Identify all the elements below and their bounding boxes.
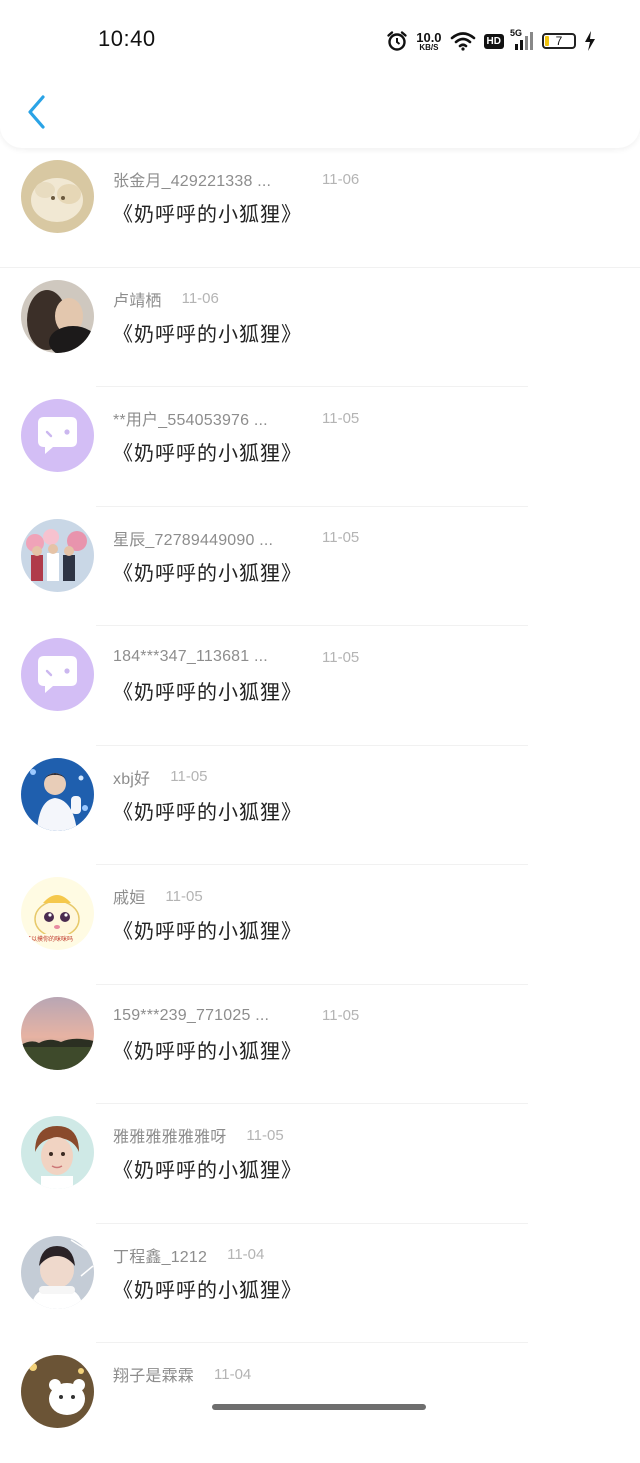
name-line: xbj好 11-05 xyxy=(113,766,208,788)
battery-icon: 7 xyxy=(542,33,576,49)
list-item[interactable]: 张金月_429221338 ... 11-06 《奶呼呼的小狐狸》 xyxy=(0,148,640,268)
net-speed-value: 10.0 xyxy=(416,29,442,45)
list-item[interactable]: 184***347_113681 ... 11-05 《奶呼呼的小狐狸》 xyxy=(0,626,640,746)
list-item[interactable]: 159***239_771025 ... 11-05 《奶呼呼的小狐狸》 xyxy=(0,985,640,1104)
cellular-signal-icon: 5G xyxy=(510,28,534,51)
avatar[interactable] xyxy=(21,518,94,592)
comment-date: 11-05 xyxy=(322,529,360,546)
home-indicator[interactable] xyxy=(212,1404,426,1410)
default-avatar-icon xyxy=(21,399,94,472)
name-line: **用户_554053976 ... xyxy=(113,407,268,429)
hd-badge: HD xyxy=(483,33,504,49)
username: 184***347_113681 ... xyxy=(113,648,268,665)
avatar[interactable] xyxy=(21,996,94,1070)
list-item[interactable]: 翔子是霖霖 11-04 xyxy=(0,1343,640,1463)
comment-date: 11-05 xyxy=(165,887,203,905)
comment-text: 《奶呼呼的小狐狸》 xyxy=(113,919,302,943)
comment-date: 11-06 xyxy=(181,290,219,307)
username: xbj好 xyxy=(113,770,151,788)
username: 戚姮 xyxy=(113,890,146,907)
username: 159***239_771025 ... xyxy=(113,1006,270,1024)
comment-date: 11-05 xyxy=(322,409,360,427)
comment-date: 11-06 xyxy=(322,170,360,188)
status-time: 10:40 xyxy=(98,26,156,51)
list-item[interactable]: **用户_554053976 ... 11-05 《奶呼呼的小狐狸》 xyxy=(0,387,640,507)
avatar[interactable] xyxy=(21,1116,94,1189)
avatar[interactable] xyxy=(21,638,94,711)
comment-date: 11-05 xyxy=(170,768,208,785)
comment-date: 11-05 xyxy=(322,648,360,666)
alarm-icon xyxy=(386,30,408,52)
avatar[interactable] xyxy=(21,757,94,831)
list-item[interactable]: 星辰_72789449090 ... 11-05 《奶呼呼的小狐狸》 xyxy=(0,507,640,626)
comment-text: 《奶呼呼的小狐狸》 xyxy=(113,560,302,585)
username: 卢靖栖 xyxy=(113,292,162,310)
name-line: 雅雅雅雅雅雅呀 11-05 xyxy=(113,1124,284,1147)
comment-text: 《奶呼呼的小狐狸》 xyxy=(113,680,302,704)
comment-date: 11-04 xyxy=(214,1365,252,1383)
list-item[interactable]: 雅雅雅雅雅雅呀 11-05 《奶呼呼的小狐狸》 xyxy=(0,1104,640,1224)
name-line: 卢靖栖 11-06 xyxy=(113,288,219,310)
default-avatar-icon xyxy=(21,638,94,711)
signal-label: 5G xyxy=(510,28,523,38)
comment-text: 《奶呼呼的小狐狸》 xyxy=(113,1038,302,1063)
chevron-left-icon xyxy=(28,95,45,129)
avatar[interactable] xyxy=(21,1355,94,1428)
name-line: 星辰_72789449090 ... xyxy=(113,527,273,549)
battery-level: 7 xyxy=(555,34,563,48)
comment-date: 11-04 xyxy=(227,1246,265,1263)
list-item[interactable]: 丁程鑫_1212 11-04 《奶呼呼的小狐狸》 xyxy=(0,1224,640,1343)
list-item[interactable]: xbj好 11-05 《奶呼呼的小狐狸》 xyxy=(0,746,640,865)
comment-list: 张金月_429221338 ... 11-06 《奶呼呼的小狐狸》 卢靖栖 11… xyxy=(0,148,640,1463)
charging-icon xyxy=(584,31,596,51)
net-speed: 10.0 KB/S xyxy=(416,31,441,52)
name-line: 翔子是霖霖 11-04 xyxy=(113,1363,252,1386)
avatar[interactable]: 可以摸你的咪咪吗 xyxy=(21,877,94,950)
net-speed-unit: KB/S xyxy=(419,42,439,52)
name-line: 丁程鑫_1212 11-04 xyxy=(113,1244,264,1266)
avatar[interactable] xyxy=(21,279,94,353)
avatar[interactable] xyxy=(21,1235,94,1309)
name-line: 184***347_113681 ... xyxy=(113,646,268,668)
avatar-sticker-text: 可以摸你的咪咪吗 xyxy=(25,936,74,943)
username: **用户_554053976 ... xyxy=(113,412,268,429)
comment-text: 《奶呼呼的小狐狸》 xyxy=(113,799,302,824)
name-line: 张金月_429221338 ... xyxy=(113,168,271,190)
status-icons: 10.0 KB/S HD 5G 7 xyxy=(386,26,596,56)
comment-text: 《奶呼呼的小狐狸》 xyxy=(113,321,302,346)
list-item[interactable]: 可以摸你的咪咪吗 戚姮 11-05 《奶呼呼的小狐狸》 xyxy=(0,865,640,985)
comment-text: 《奶呼呼的小狐狸》 xyxy=(113,441,302,465)
status-bar: 10:40 10.0 KB/S HD 5G 7 xyxy=(0,0,640,80)
avatar[interactable] xyxy=(21,399,94,472)
top-bar: 10:40 10.0 KB/S HD 5G 7 xyxy=(0,0,640,148)
avatar[interactable] xyxy=(21,160,94,233)
username: 丁程鑫_1212 xyxy=(113,1248,208,1266)
wifi-icon xyxy=(450,31,476,51)
username: 雅雅雅雅雅雅呀 xyxy=(113,1129,227,1146)
comment-text: 《奶呼呼的小狐狸》 xyxy=(113,1277,302,1302)
list-item[interactable]: 卢靖栖 11-06 《奶呼呼的小狐狸》 xyxy=(0,268,640,387)
name-line: 159***239_771025 ... xyxy=(113,1005,269,1027)
comment-date: 11-05 xyxy=(322,1007,360,1024)
username: 星辰_72789449090 ... xyxy=(113,531,274,549)
name-line: 戚姮 11-05 xyxy=(113,885,203,908)
comment-text: 《奶呼呼的小狐狸》 xyxy=(113,202,302,226)
username: 张金月_429221338 ... xyxy=(113,173,272,190)
comment-text: 《奶呼呼的小狐狸》 xyxy=(113,1158,302,1182)
username: 翔子是霖霖 xyxy=(113,1368,195,1385)
comment-date: 11-05 xyxy=(246,1126,284,1144)
back-button[interactable] xyxy=(18,90,54,134)
